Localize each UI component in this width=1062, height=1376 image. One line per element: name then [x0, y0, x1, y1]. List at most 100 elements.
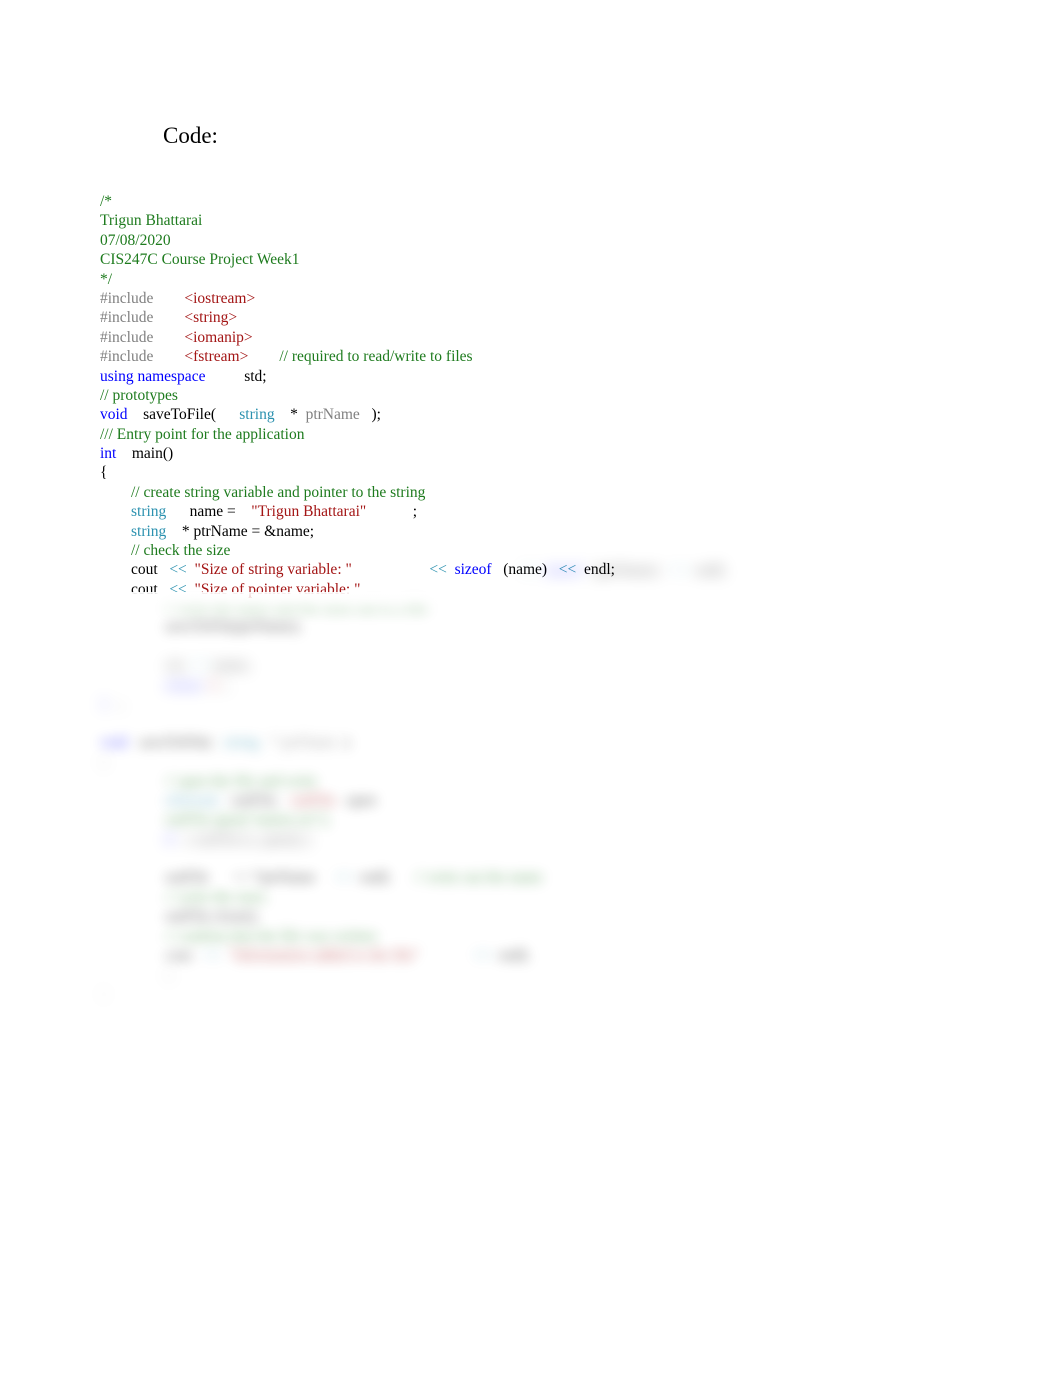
- code-token-preproc: #include: [100, 309, 154, 327]
- code-token-plain: endl;: [360, 869, 392, 886]
- code-token-plain: cin: [165, 657, 184, 674]
- code-token-comment: // prototypes: [100, 386, 178, 404]
- code-token-plain: endl;: [498, 947, 530, 964]
- code-token-op: >>: [191, 657, 210, 674]
- code-token-header: <string>: [184, 309, 238, 327]
- code-token-comment: // required to read/write to files: [279, 348, 473, 366]
- code-token-keyword: sizeof: [454, 561, 492, 579]
- code-line: /// Entry point for the application: [100, 425, 1000, 444]
- code-token-plain: {: [100, 464, 108, 482]
- code-line: cout << "Size of pointer variable: ": [100, 580, 1000, 599]
- code-token-ident: ptrName: [305, 406, 360, 424]
- code-token-plain: std;: [244, 367, 267, 385]
- document-page: Code: /* Trigun Bhattarai 07/08/2020 CIS247…: [0, 0, 1062, 1376]
- code-token-comment: CIS247C Course Project Week1: [100, 251, 300, 269]
- code-line: using namespace std;: [100, 367, 1000, 386]
- code-token-keyword: void: [100, 734, 128, 751]
- code-token-header: <iomanip>: [184, 328, 253, 346]
- code-token-keyword: using namespace: [100, 367, 206, 385]
- code-token-plain: saveToFile(: [139, 734, 213, 751]
- blurred-code-line: saveToFile(ptrName);: [165, 617, 302, 636]
- code-token-comment: // write out the name: [414, 869, 543, 886]
- code-line: 07/08/2020: [100, 231, 1000, 250]
- code-token-op: <<: [558, 561, 577, 579]
- code-token-plain: );: [371, 406, 381, 424]
- code-token-plain: name;: [213, 657, 251, 674]
- code-token-type: string: [131, 503, 167, 521]
- code-token-plain: * ptrName = &name;: [181, 522, 315, 540]
- blurred-code-line: }: [100, 985, 107, 1004]
- blurred-code-line: // confirm that the file was written: [165, 927, 377, 946]
- code-token-plain: saveToFile(: [143, 406, 217, 424]
- code-token-comment: /// Entry point for the application: [100, 425, 305, 443]
- code-token-comment: */: [100, 270, 113, 288]
- code-token-plain: open: [346, 792, 377, 809]
- code-line: int main(): [100, 444, 1000, 463]
- blurred-code-line: outFile << *ptrName << endl; // write ou…: [165, 868, 543, 887]
- code-token-preproc: #include: [100, 328, 154, 346]
- code-line: string name = "Trigun Bhattarai" ;: [100, 502, 1000, 521]
- blurred-code-line: } ;: [100, 695, 123, 714]
- code-token-comment: 07/08/2020: [100, 231, 171, 249]
- blurred-code-line: ofstream outFile; outFile. open: [165, 791, 376, 810]
- code-token-plain: (name): [503, 561, 548, 579]
- code-token-ident: * ptrName: [270, 734, 337, 751]
- code-token-plain: }: [165, 967, 173, 984]
- blurred-code-line: void saveToFile( string * ptrName ): [100, 733, 349, 752]
- code-token-preproc: #include: [100, 289, 154, 307]
- blurred-code-line: // write the sizes: [165, 888, 266, 907]
- code-line: // create string variable and pointer to…: [100, 483, 1000, 502]
- code-token-op: <<: [203, 947, 221, 964]
- code-token-string: "Information added to the file": [228, 947, 420, 964]
- code-token-comment: // open the file and write: [165, 773, 317, 790]
- code-token-comment: // write the sizes: [165, 889, 267, 906]
- code-token-header: <fstream>: [184, 348, 249, 366]
- code-token-plain: *: [290, 406, 298, 424]
- code-token-plain: ): [344, 734, 350, 751]
- code-token-header: <iostream>: [184, 289, 256, 307]
- code-token-comment: outFile.open("names.txt");: [165, 811, 331, 828]
- code-line: {: [100, 463, 1000, 482]
- code-token-preproc: #include: [100, 348, 154, 366]
- blurred-code-line: {: [100, 753, 107, 772]
- code-token-keyword: if: [165, 831, 175, 848]
- code-token-plain: {: [100, 754, 108, 771]
- code-token-string: 0: [209, 677, 218, 694]
- code-token-plain: ;: [119, 696, 124, 713]
- code-token-comment: // write the name and the sizes out to a…: [165, 599, 428, 616]
- code-token-op: <<: [169, 580, 187, 598]
- code-token-plain: endl;: [583, 561, 615, 579]
- code-line: #include <iostream>: [100, 289, 1000, 308]
- code-token-string: "Size of pointer variable: ": [194, 580, 361, 598]
